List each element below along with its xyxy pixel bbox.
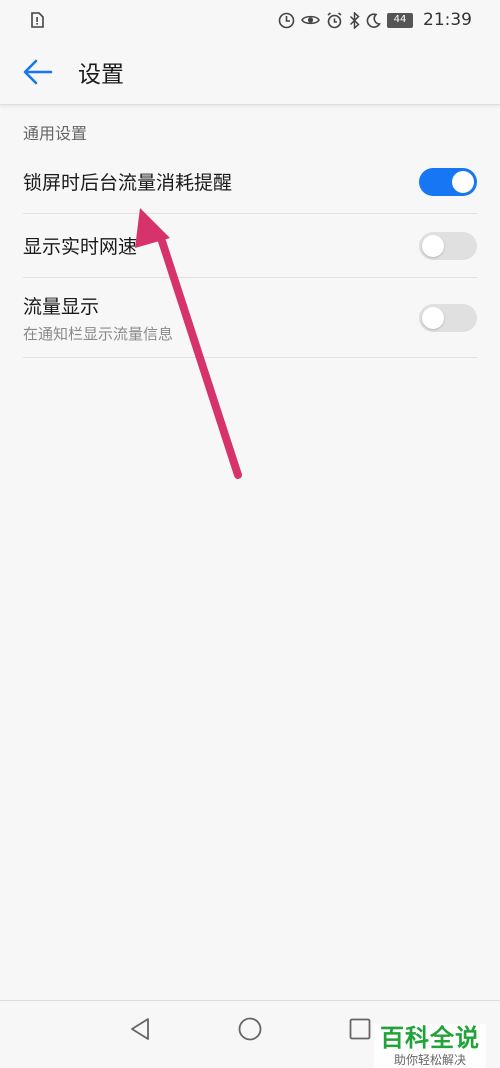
setting-sublabel: 在通知栏显示流量信息 — [23, 324, 174, 343]
setting-row-traffic-display[interactable]: 流量显示 在通知栏显示流量信息 — [23, 278, 477, 358]
status-right: 44 21:39 — [278, 10, 472, 30]
lockscreen-traffic-alert-toggle[interactable] — [419, 167, 477, 196]
back-button[interactable] — [16, 50, 60, 94]
traffic-display-toggle[interactable] — [419, 303, 477, 332]
moon-icon — [366, 12, 381, 28]
eye-icon — [301, 13, 320, 27]
toggle-knob — [422, 306, 444, 329]
nav-back-button[interactable] — [126, 1015, 154, 1043]
status-bar: 44 21:39 — [0, 0, 500, 40]
setting-text: 显示实时网速 — [23, 232, 137, 259]
nav-home-icon — [238, 1017, 262, 1041]
watermark-logo: 百科全说 助你轻松解决 — [374, 1024, 486, 1068]
setting-label: 锁屏时后台流量消耗提醒 — [23, 172, 233, 194]
nav-home-button[interactable] — [236, 1015, 264, 1043]
nav-recent-button[interactable] — [346, 1015, 374, 1043]
bluetooth-icon — [349, 11, 360, 29]
setting-label: 显示实时网速 — [23, 236, 138, 258]
setting-row-lockscreen-traffic-alert[interactable]: 锁屏时后台流量消耗提醒 — [23, 150, 477, 214]
alarm-icon — [326, 11, 343, 29]
page-title: 设置 — [78, 62, 124, 88]
toggle-knob — [422, 234, 444, 257]
setting-row-realtime-speed[interactable]: 显示实时网速 — [23, 214, 477, 278]
watermark-subtitle: 助你轻松解决 — [393, 1053, 466, 1067]
status-time: 21:39 — [423, 10, 472, 30]
battery-icon: 44 — [387, 12, 413, 28]
settings-list: 锁屏时后台流量消耗提醒 显示实时网速 流量显示 在通知栏显示流量信息 — [23, 150, 477, 358]
data-saver-icon — [278, 12, 295, 29]
sim-alert-icon — [30, 12, 44, 28]
setting-label: 流量显示 — [23, 295, 100, 318]
watermark-title: 百科全说 — [380, 1024, 480, 1052]
nav-back-icon — [131, 1018, 149, 1040]
setting-text: 锁屏时后台流量消耗提醒 — [23, 168, 232, 195]
toggle-knob — [452, 170, 474, 193]
section-title: 通用设置 — [23, 124, 88, 143]
realtime-speed-toggle[interactable] — [419, 231, 477, 260]
arrow-left-icon — [23, 59, 53, 85]
setting-text: 流量显示 在通知栏显示流量信息 — [23, 292, 173, 344]
status-left — [30, 12, 44, 28]
app-header: 设置 — [0, 40, 500, 105]
nav-recent-icon — [349, 1018, 371, 1040]
